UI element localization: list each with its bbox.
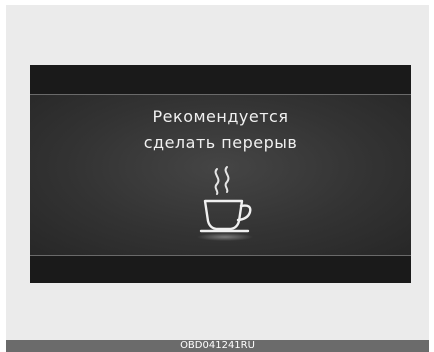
coffee-cup-icon xyxy=(197,166,253,241)
cluster-display: Рекомендуется сделать перерыв xyxy=(30,65,411,283)
break-message-line2: сделать перерыв xyxy=(143,133,298,152)
display-top-band xyxy=(30,65,411,95)
display-bottom-band xyxy=(30,255,411,283)
figure-code-bar: OBD041241RU xyxy=(6,340,429,352)
break-message-line1: Рекомендуется xyxy=(152,107,289,126)
